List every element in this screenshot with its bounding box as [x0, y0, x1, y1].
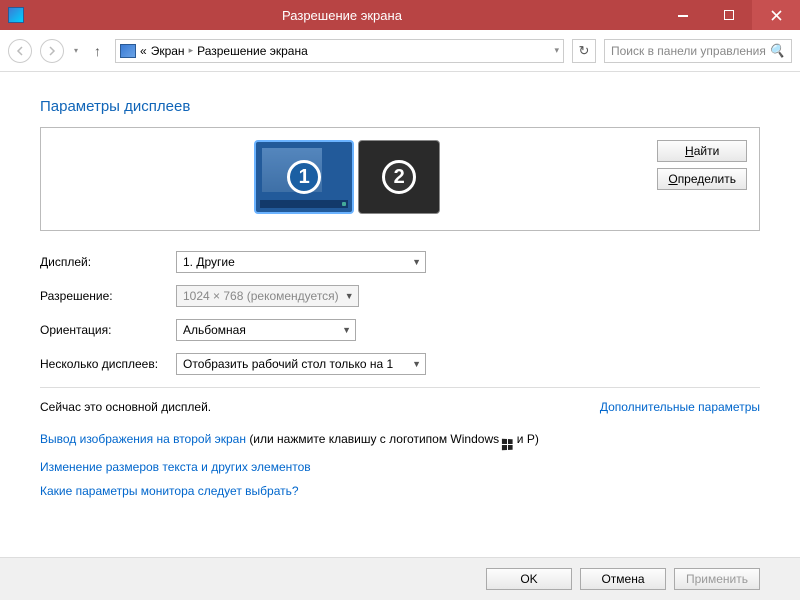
- ok-button[interactable]: OK: [486, 568, 572, 590]
- breadcrumb-item[interactable]: Экран: [151, 44, 185, 58]
- chevron-down-icon: ▼: [336, 325, 351, 335]
- history-dropdown[interactable]: ▾: [72, 46, 80, 55]
- primary-display-note: Сейчас это основной дисплей.: [40, 400, 211, 414]
- apply-button[interactable]: Применить: [674, 568, 760, 590]
- forward-icon: [47, 46, 57, 56]
- forward-button[interactable]: [40, 39, 64, 63]
- project-hint-a: (или нажмите клавишу с логотипом Windows: [249, 432, 502, 446]
- search-icon: 🔍: [769, 43, 785, 59]
- monitor-taskbar-preview: [260, 200, 348, 208]
- close-button[interactable]: [752, 0, 800, 30]
- refresh-button[interactable]: ↻: [572, 39, 596, 63]
- display-side-buttons: Найти Определить: [657, 140, 747, 190]
- chevron-down-icon: ▼: [339, 291, 354, 301]
- close-icon: [771, 10, 782, 21]
- content-area: Параметры дисплеев 1 2 Найти Определить …: [0, 72, 800, 557]
- advanced-settings-link[interactable]: Дополнительные параметры: [600, 400, 760, 414]
- chevron-right-icon: ▸: [189, 45, 194, 56]
- back-button[interactable]: [8, 39, 32, 63]
- resolution-row: Разрешение: 1024 × 768 (рекомендуется) ▼: [40, 285, 760, 307]
- textsize-link-row: Изменение размеров текста и других элеме…: [40, 460, 760, 474]
- app-icon: [8, 7, 24, 23]
- window-title: Разрешение экрана: [24, 8, 660, 23]
- detect-label: айти: [694, 144, 720, 158]
- help-link-row: Какие параметры монитора следует выбрать…: [40, 484, 760, 498]
- detect-button[interactable]: Найти: [657, 140, 747, 162]
- maximize-button[interactable]: [706, 0, 752, 30]
- window: Разрешение экрана ▾ ↑ « Экран ▸ Разр: [0, 0, 800, 600]
- orientation-row: Ориентация: Альбомная ▼: [40, 319, 760, 341]
- chevron-down-icon[interactable]: ▾: [554, 45, 559, 56]
- identify-button[interactable]: Определить: [657, 168, 747, 190]
- breadcrumb-root: «: [140, 44, 147, 58]
- resolution-value: 1024 × 768 (рекомендуется): [183, 289, 339, 303]
- search-input[interactable]: Поиск в панели управления 🔍: [604, 39, 792, 63]
- project-hint-b: и P): [517, 432, 539, 446]
- primary-status-row: Сейчас это основной дисплей. Дополнитель…: [40, 400, 760, 414]
- display-row: Дисплей: 1. Другие ▼: [40, 251, 760, 273]
- minimize-icon: [678, 10, 688, 20]
- multiple-displays-value: Отобразить рабочий стол только на 1: [183, 357, 406, 371]
- window-controls: [660, 0, 800, 30]
- project-link[interactable]: Вывод изображения на второй экран: [40, 432, 246, 446]
- resolution-select[interactable]: 1024 × 768 (рекомендуется) ▼: [176, 285, 359, 307]
- multiple-displays-select[interactable]: Отобразить рабочий стол только на 1 ▼: [176, 353, 426, 375]
- divider: [40, 387, 760, 388]
- refresh-icon: ↻: [579, 43, 590, 59]
- monitor-number: 1: [287, 160, 321, 194]
- help-link[interactable]: Какие параметры монитора следует выбрать…: [40, 484, 299, 498]
- monitor-number: 2: [382, 160, 416, 194]
- project-link-row: Вывод изображения на второй экран (или н…: [40, 432, 760, 450]
- location-icon: [120, 44, 136, 58]
- orientation-value: Альбомная: [183, 323, 336, 337]
- cancel-button[interactable]: Отмена: [580, 568, 666, 590]
- back-icon: [15, 46, 25, 56]
- orientation-label: Ориентация:: [40, 323, 176, 337]
- footer: OK Отмена Применить: [0, 557, 800, 600]
- search-placeholder: Поиск в панели управления: [611, 44, 769, 58]
- windows-logo-icon: [502, 439, 513, 450]
- titlebar: Разрешение экрана: [0, 0, 800, 30]
- address-bar[interactable]: « Экран ▸ Разрешение экрана ▾: [115, 39, 564, 63]
- display-value: 1. Другие: [183, 255, 406, 269]
- display-arrangement[interactable]: 1 2: [53, 140, 641, 214]
- minimize-button[interactable]: [660, 0, 706, 30]
- up-button[interactable]: ↑: [88, 43, 107, 59]
- display-arrangement-box: 1 2 Найти Определить: [40, 127, 760, 231]
- chevron-down-icon: ▼: [406, 257, 421, 267]
- multiple-displays-row: Несколько дисплеев: Отобразить рабочий с…: [40, 353, 760, 375]
- display-select[interactable]: 1. Другие ▼: [176, 251, 426, 273]
- toolbar: ▾ ↑ « Экран ▸ Разрешение экрана ▾ ↻ Поис…: [0, 30, 800, 72]
- display-label: Дисплей:: [40, 255, 176, 269]
- page-heading: Параметры дисплеев: [40, 98, 760, 115]
- breadcrumb-item[interactable]: Разрешение экрана: [197, 44, 308, 58]
- monitor-2[interactable]: 2: [358, 140, 440, 214]
- textsize-link[interactable]: Изменение размеров текста и других элеме…: [40, 460, 311, 474]
- resolution-label: Разрешение:: [40, 289, 176, 303]
- identify-label: пределить: [678, 172, 736, 186]
- orientation-select[interactable]: Альбомная ▼: [176, 319, 356, 341]
- chevron-down-icon: ▼: [406, 359, 421, 369]
- maximize-icon: [724, 10, 734, 20]
- monitor-1[interactable]: 1: [254, 140, 354, 214]
- multiple-displays-label: Несколько дисплеев:: [40, 357, 176, 371]
